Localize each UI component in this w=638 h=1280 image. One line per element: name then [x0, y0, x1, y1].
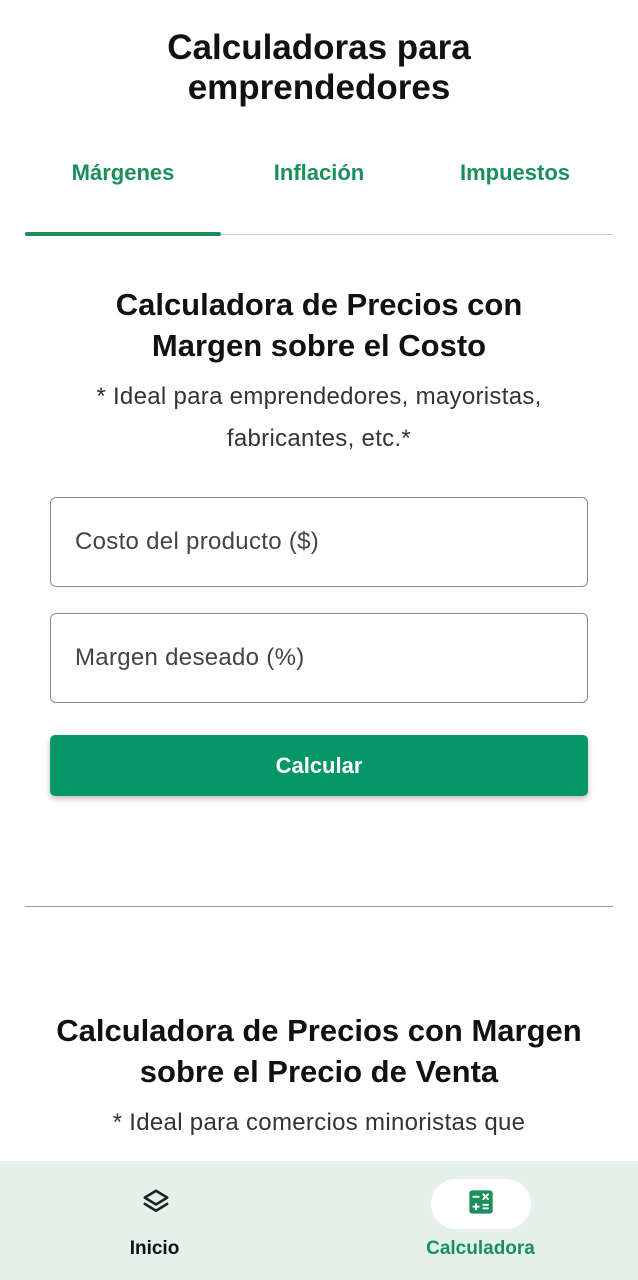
section-description-costo: * Ideal para emprendedores, mayoristas, …: [96, 383, 542, 452]
layers-icon: [141, 1187, 171, 1222]
page-title: Calculadoras para emprendedores: [167, 28, 471, 107]
nav-pill-calculadora: [431, 1179, 531, 1229]
nav-item-calculadora[interactable]: Calculadora: [319, 1161, 638, 1280]
nav-pill-inicio: [106, 1179, 206, 1229]
section-divider: [25, 906, 613, 907]
section-title-costo: Calculadora de Precios con Margen sobre …: [115, 287, 523, 363]
margin-field[interactable]: [50, 613, 588, 703]
tab-margenes[interactable]: Márgenes: [25, 140, 221, 236]
bottom-navigation: Inicio Calculadora: [0, 1161, 638, 1280]
tab-inflacion[interactable]: Inflación: [221, 140, 417, 234]
nav-item-inicio[interactable]: Inicio: [0, 1161, 319, 1280]
margin-input[interactable]: [51, 614, 587, 702]
calculate-button[interactable]: Calcular: [50, 735, 588, 796]
calculator-icon: [467, 1188, 495, 1221]
cost-input[interactable]: [51, 498, 587, 586]
section-title-venta: Calculadora de Precios con Margen sobre …: [56, 1013, 582, 1089]
cost-field[interactable]: [50, 497, 588, 587]
tab-impuestos[interactable]: Impuestos: [417, 140, 613, 234]
nav-label-calculadora: Calculadora: [426, 1238, 535, 1259]
section-description-venta: * Ideal para comercios minoristas que: [112, 1109, 526, 1136]
nav-label-inicio: Inicio: [129, 1238, 180, 1259]
tab-bar: Márgenes Inflación Impuestos: [25, 140, 613, 236]
